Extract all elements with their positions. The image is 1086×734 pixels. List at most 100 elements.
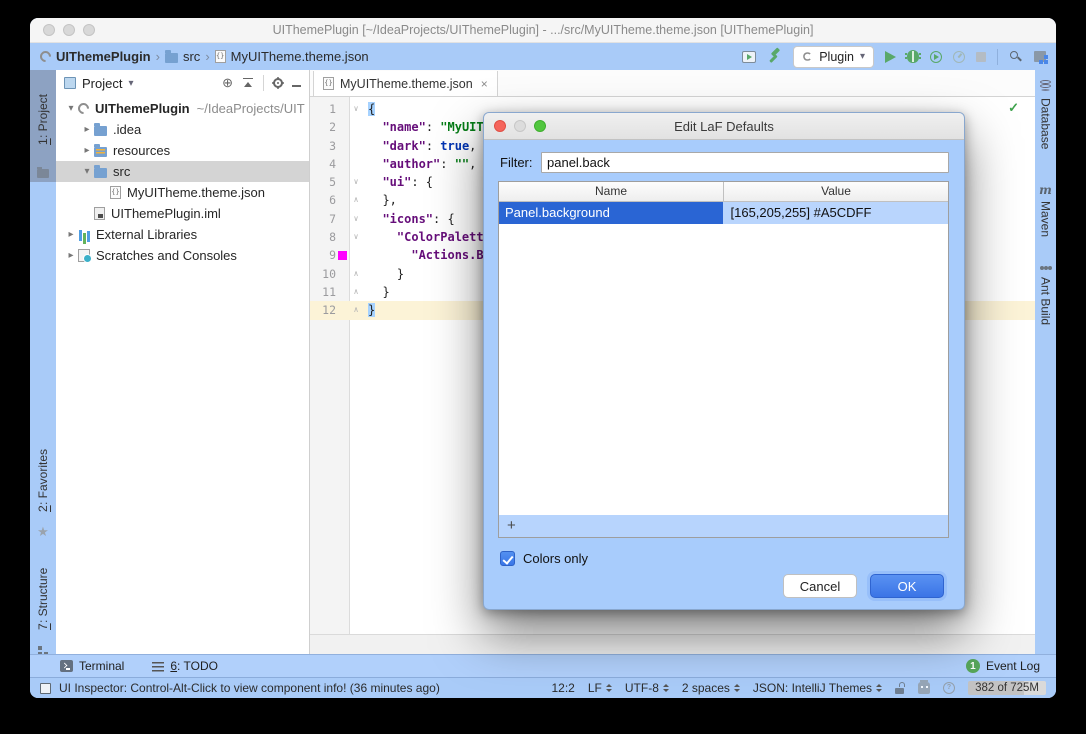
tree-expand-arrow[interactable]: ▾	[64, 103, 78, 114]
filter-input[interactable]	[541, 152, 949, 173]
plugin-icon	[38, 49, 54, 65]
row-value-cell[interactable]: [165,205,255] #A5CDFF	[723, 202, 949, 224]
close-window-button[interactable]	[43, 24, 55, 36]
editor-tab[interactable]: MyUITheme.theme.json ×	[313, 71, 498, 96]
tree-expand-arrow[interactable]: ▸	[80, 124, 94, 135]
row-name-cell[interactable]: Panel.background	[499, 202, 723, 224]
chevron-down-icon[interactable]: ▾	[128, 78, 133, 89]
tree-row-resources[interactable]: ▸resources	[56, 140, 309, 161]
close-tab-icon[interactable]: ×	[481, 77, 488, 91]
gutter-spacer	[336, 191, 349, 209]
tree-expand-arrow[interactable]: ▸	[80, 145, 94, 156]
scratches-icon	[78, 249, 90, 262]
file-type-select[interactable]: JSON: IntelliJ Themes	[753, 681, 882, 695]
maven-icon	[1039, 184, 1052, 196]
cancel-button[interactable]: Cancel	[783, 574, 857, 598]
color-preview-icon[interactable]	[338, 251, 347, 260]
run-with-coverage-icon[interactable]	[930, 51, 942, 63]
gear-icon[interactable]	[273, 78, 283, 88]
debug-icon[interactable]	[907, 50, 919, 63]
updown-arrows-icon	[876, 684, 882, 692]
tree-row-uithemeplugin[interactable]: ▾UIThemePlugin~/IdeaProjects/UIT	[56, 98, 309, 119]
fold-marker-icon[interactable]: ∧	[349, 265, 363, 283]
line-number: 8	[310, 228, 336, 246]
tree-label: External Libraries	[96, 227, 197, 242]
code-text: {	[363, 100, 375, 118]
run-icon[interactable]	[885, 51, 896, 63]
breadcrumb-item[interactable]: src	[165, 49, 200, 64]
name-column-header[interactable]: Name	[499, 182, 724, 201]
colors-only-row: Colors only	[500, 551, 588, 566]
stripe-item-maven[interactable]: Maven	[1035, 182, 1056, 237]
tree-expand-arrow[interactable]: ▸	[64, 250, 78, 261]
editor-tab-label: MyUITheme.theme.json	[340, 77, 473, 91]
hector-inspector-icon[interactable]	[918, 682, 930, 694]
line-separator-select[interactable]: LF	[588, 681, 612, 695]
value-column-header[interactable]: Value	[724, 182, 948, 201]
add-button[interactable]: +	[507, 516, 516, 536]
run-configuration-select[interactable]: Plugin ▾	[793, 46, 874, 68]
ok-button[interactable]: OK	[870, 574, 944, 598]
tree-row-myuitheme-theme-json[interactable]: MyUITheme.theme.json	[56, 182, 309, 203]
tool-window-button-6-todo[interactable]: 6: TODO	[152, 659, 218, 673]
tree-row-external-libraries[interactable]: ▸ External Libraries	[56, 224, 309, 245]
locate-file-icon[interactable]: ⊕	[222, 77, 233, 89]
stripe-item-favorites[interactable]: 2: Favorites	[30, 436, 56, 542]
fold-marker-icon[interactable]: ∧	[349, 191, 363, 209]
zoom-window-button[interactable]	[83, 24, 95, 36]
tree-label: src	[113, 164, 130, 179]
stripe-item-ant-build[interactable]: Ant Build	[1035, 262, 1056, 325]
line-number: 7	[310, 210, 336, 228]
encoding-select[interactable]: UTF-8	[625, 681, 669, 695]
table-row[interactable]: Panel.background[165,205,255] #A5CDFF	[499, 202, 948, 224]
gear-question-icon[interactable]	[943, 682, 955, 694]
indent-select[interactable]: 2 spaces	[682, 681, 740, 695]
tool-window-label: 6: TODO	[170, 659, 218, 673]
tree-row--idea[interactable]: ▸.idea	[56, 119, 309, 140]
tree-row-src[interactable]: ▾ src	[56, 161, 309, 182]
tree-row-scratches-and-consoles[interactable]: ▸Scratches and Consoles	[56, 245, 309, 266]
project-structure-icon[interactable]	[1034, 51, 1046, 62]
breadcrumb-item[interactable]: UIThemePlugin	[40, 49, 151, 64]
run-tool-window-icon[interactable]	[742, 51, 756, 63]
fold-marker-icon[interactable]: ∨	[349, 210, 363, 228]
colors-only-checkbox[interactable]	[500, 551, 515, 566]
tree-expand-arrow[interactable]: ▸	[64, 229, 78, 240]
dialog-zoom-button[interactable]	[534, 120, 546, 132]
fold-marker-icon[interactable]: ∨	[349, 173, 363, 191]
minimize-window-button[interactable]	[63, 24, 75, 36]
tool-window-button-terminal[interactable]: Terminal	[60, 659, 124, 673]
fold-marker-icon[interactable]: ∧	[349, 283, 363, 301]
code-text: "author": "",	[363, 155, 476, 173]
window-titlebar: UIThemePlugin [~/IdeaProjects/UIThemePlu…	[30, 18, 1056, 43]
unlock-icon[interactable]	[895, 682, 905, 694]
stripe-item-database[interactable]: Database	[1035, 78, 1056, 149]
tree-row-uithemeplugin-iml[interactable]: UIThemePlugin.iml	[56, 203, 309, 224]
tree-label: MyUITheme.theme.json	[127, 185, 265, 200]
breadcrumb-item[interactable]: MyUITheme.theme.json	[215, 49, 369, 64]
fold-marker-icon[interactable]: ∨	[349, 100, 363, 118]
left-tool-stripe: 1: Project2: Favorites7: Structure	[30, 70, 56, 655]
stripe-item-structure[interactable]: 7: Structure	[30, 552, 56, 660]
collapse-all-icon[interactable]	[242, 78, 254, 89]
line-number: 9	[310, 246, 336, 264]
memory-indicator[interactable]: 382 of 725M	[968, 681, 1046, 695]
build-hammer-icon[interactable]	[767, 49, 782, 64]
libraries-icon	[78, 229, 90, 241]
tree-expand-arrow[interactable]: ▾	[80, 166, 94, 177]
hide-panel-icon[interactable]	[292, 85, 301, 87]
fold-marker-icon[interactable]: ∨	[349, 228, 363, 246]
event-log-widget[interactable]: 1 Event Log	[966, 659, 1040, 673]
plugin-icon	[76, 101, 92, 117]
caret-position[interactable]: 12:2	[552, 681, 575, 695]
fold-marker-icon[interactable]: ∧	[349, 301, 363, 319]
project-panel-title[interactable]: Project	[82, 76, 122, 91]
dialog-close-button[interactable]	[494, 120, 506, 132]
json-file-icon	[323, 77, 334, 90]
folder-icon	[94, 126, 107, 136]
stripe-label: 2: Favorites	[36, 436, 50, 525]
stripe-item-project[interactable]: 1: Project	[30, 70, 56, 182]
search-everywhere-icon[interactable]	[1009, 50, 1023, 64]
project-panel: Project ▾ ⊕ ▾UIThemePlugin~/IdeaProjects…	[56, 70, 310, 655]
status-message-icon[interactable]	[40, 683, 51, 694]
